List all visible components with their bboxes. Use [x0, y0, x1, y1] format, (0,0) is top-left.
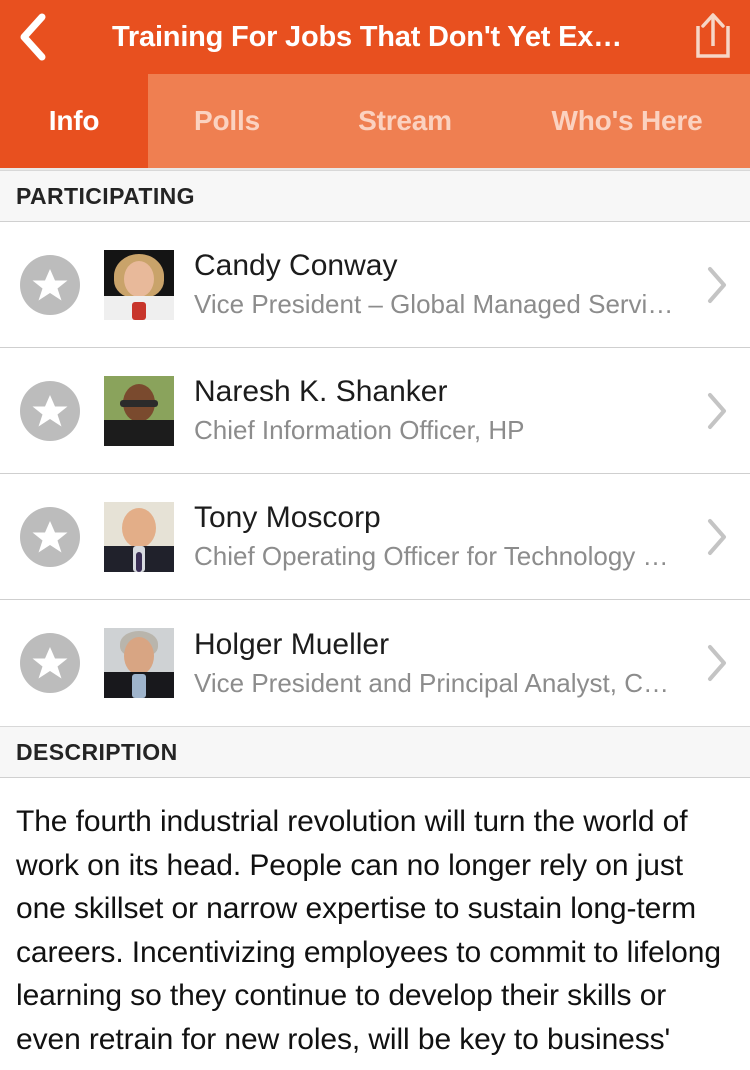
star-icon	[20, 506, 80, 567]
description-body: The fourth industrial revolution will tu…	[16, 805, 726, 1070]
table-row[interactable]: Tony Moscorp Chief Operating Officer for…	[0, 474, 750, 600]
page-title: Training For Jobs That Don't Yet Ex…	[112, 20, 622, 53]
avatar	[104, 501, 174, 572]
favorite-button[interactable]	[20, 380, 92, 441]
avatar	[104, 375, 174, 446]
share-button[interactable]	[676, 0, 750, 74]
participant-subtitle: Vice President – Global Managed Services…	[194, 289, 676, 320]
tab-info-label: Info	[48, 105, 100, 136]
participant-name: Naresh K. Shanker	[194, 375, 448, 409]
participant-name: Candy Conway	[194, 249, 398, 283]
chevron-right-icon[interactable]	[684, 266, 750, 304]
tab-stream-label: Stream	[358, 105, 452, 136]
participant-text: Candy Conway Vice President – Global Man…	[194, 248, 684, 321]
star-icon	[20, 254, 80, 315]
tab-bar: Info Polls Stream Who's Here	[0, 74, 750, 170]
star-icon	[20, 380, 80, 441]
avatar	[104, 249, 174, 320]
favorite-button[interactable]	[20, 254, 92, 315]
participant-name: Holger Mueller	[194, 627, 390, 661]
table-row[interactable]: Candy Conway Vice President – Global Man…	[0, 222, 750, 348]
avatar	[104, 628, 174, 698]
participant-subtitle: Vice President and Principal Analyst, Co…	[194, 667, 676, 698]
chevron-left-icon	[16, 13, 46, 61]
participant-subtitle: Chief Information Officer, HP	[194, 415, 525, 446]
tab-stream[interactable]: Stream	[306, 74, 504, 168]
tab-polls[interactable]: Polls	[148, 74, 306, 168]
participant-text: Naresh K. Shanker Chief Information Offi…	[194, 374, 684, 447]
participant-text: Tony Moscorp Chief Operating Officer for…	[194, 500, 684, 573]
table-row[interactable]: Holger Mueller Vice President and Princi…	[0, 600, 750, 726]
participants-list: Candy Conway Vice President – Global Man…	[0, 222, 750, 726]
tab-whos-here-label: Who's Here	[551, 105, 703, 136]
back-button[interactable]	[0, 0, 62, 74]
favorite-button[interactable]	[20, 633, 92, 693]
app-header: Training For Jobs That Don't Yet Ex…	[0, 0, 750, 74]
tab-info[interactable]: Info	[0, 74, 148, 168]
tab-whos-here[interactable]: Who's Here	[504, 74, 750, 168]
share-icon	[691, 10, 735, 65]
chevron-right-icon[interactable]	[684, 644, 750, 682]
star-icon	[20, 633, 80, 693]
chevron-right-icon[interactable]	[684, 518, 750, 556]
tab-polls-label: Polls	[194, 105, 260, 136]
table-row[interactable]: Naresh K. Shanker Chief Information Offi…	[0, 348, 750, 474]
description-section-header: DESCRIPTION	[0, 726, 750, 778]
participant-subtitle: Chief Operating Officer for Technology S…	[194, 541, 676, 572]
participant-text: Holger Mueller Vice President and Princi…	[194, 627, 684, 700]
participant-name: Tony Moscorp	[194, 501, 381, 535]
app-screen: Training For Jobs That Don't Yet Ex… Inf…	[0, 0, 750, 1070]
chevron-right-icon[interactable]	[684, 392, 750, 430]
favorite-button[interactable]	[20, 506, 92, 567]
participating-section-header: PARTICIPATING	[0, 170, 750, 222]
